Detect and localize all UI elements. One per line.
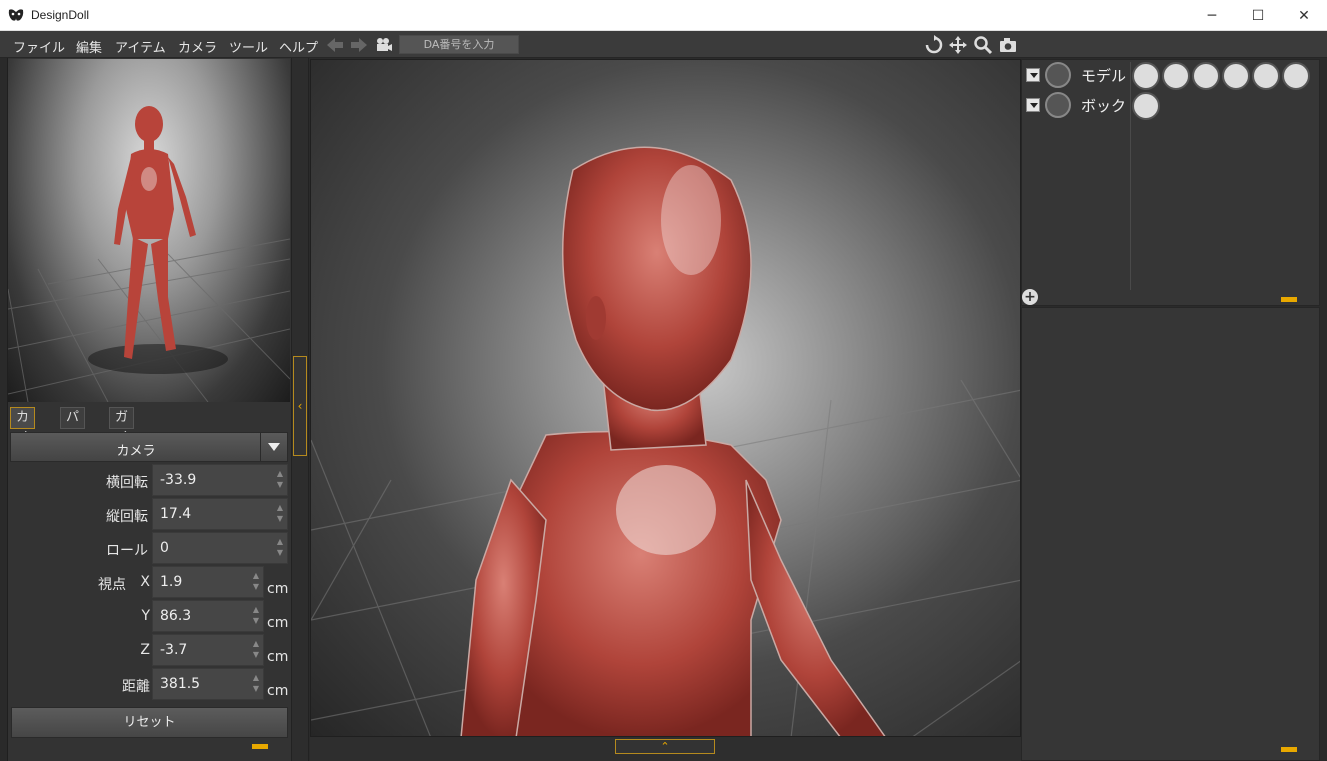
menu-camera[interactable]: カメラ xyxy=(178,37,217,56)
z-unit: cm xyxy=(267,649,289,665)
tree-scroll-indicator[interactable] xyxy=(1281,297,1297,302)
spin-arrows-icon[interactable]: ▲ ▼ xyxy=(252,570,260,594)
camera-record-icon[interactable] xyxy=(374,35,394,55)
zoom-part-icon[interactable] xyxy=(1192,62,1220,90)
window-title: DesignDoll xyxy=(31,8,90,22)
right-scrollbar[interactable] xyxy=(1320,59,1327,761)
left-edge-strip xyxy=(0,58,8,761)
distance-label: 距離 xyxy=(122,679,150,695)
viewport-scene xyxy=(311,146,1020,736)
y-unit: cm xyxy=(267,615,289,631)
designdoll-logo-icon xyxy=(8,9,24,21)
chevron-down-icon[interactable] xyxy=(260,433,287,461)
dropdown-toggle-icon[interactable] xyxy=(1026,98,1040,112)
pitch-label: 縦回転 xyxy=(106,509,148,525)
tree-item-label: モデル xyxy=(1081,67,1127,85)
minimize-button[interactable]: ─ xyxy=(1189,0,1235,31)
reset-button[interactable]: リセット xyxy=(11,707,288,738)
z-field[interactable]: -3.7 ▲ ▼ xyxy=(152,634,264,666)
yaw-field[interactable]: -33.9 ▲ ▼ xyxy=(152,464,288,496)
props-scroll-indicator[interactable] xyxy=(1281,747,1297,752)
x-value: 1.9 xyxy=(160,574,183,590)
roll-field[interactable]: 0 ▲ ▼ xyxy=(152,532,288,564)
left-scroll-indicator[interactable] xyxy=(252,744,268,749)
pose-icon[interactable] xyxy=(1162,62,1190,90)
tab-camera[interactable]: カメラ xyxy=(10,407,36,465)
tree-item-box[interactable]: ボック xyxy=(1026,92,1126,118)
roll-value: 0 xyxy=(160,540,169,556)
tab-guide[interactable]: ガイド xyxy=(109,407,135,465)
x-label: X xyxy=(140,574,150,590)
distance-unit: cm xyxy=(267,683,289,699)
distance-value: 381.5 xyxy=(160,676,201,692)
y-label: Y xyxy=(141,608,150,624)
spin-arrows-icon[interactable]: ▲ ▼ xyxy=(276,536,284,560)
tree-item-label: ボック xyxy=(1081,97,1127,115)
dropdown-toggle-icon[interactable] xyxy=(1026,68,1040,82)
yaw-label: 横回転 xyxy=(106,475,148,491)
x-unit: cm xyxy=(267,581,289,597)
reset-pose-icon[interactable] xyxy=(1045,62,1071,88)
roll-label: ロール xyxy=(106,543,148,559)
menu-edit[interactable]: 編集 xyxy=(76,37,102,56)
body-icon[interactable] xyxy=(1132,62,1160,90)
properties-panel xyxy=(1021,307,1320,761)
camera-select[interactable]: カメラ xyxy=(10,432,288,462)
camera-preview[interactable] xyxy=(8,59,290,402)
tree-item-model[interactable]: モデル xyxy=(1026,62,1126,88)
close-button[interactable]: ✕ xyxy=(1281,0,1327,31)
cube-icon[interactable] xyxy=(1132,92,1160,120)
title-bar: DesignDoll ─ ☐ ✕ xyxy=(0,0,1327,31)
reset-pose-icon[interactable] xyxy=(1045,92,1071,118)
pan-view-icon[interactable] xyxy=(948,35,968,55)
camera-select-value: カメラ xyxy=(116,444,156,459)
hand-icon[interactable] xyxy=(1252,62,1280,90)
da-number-input[interactable]: DA番号を入力 xyxy=(399,35,519,54)
zoom-view-icon[interactable] xyxy=(973,35,993,55)
spin-arrows-icon[interactable]: ▲ ▼ xyxy=(276,502,284,526)
maximize-button[interactable]: ☐ xyxy=(1235,0,1281,31)
rotate-view-icon[interactable] xyxy=(924,35,944,55)
y-field[interactable]: 86.3 ▲ ▼ xyxy=(152,600,264,632)
distance-field[interactable]: 381.5 ▲ ▼ xyxy=(152,668,264,700)
viewpoint-label: 視点 xyxy=(98,577,126,593)
spin-arrows-icon[interactable]: ▲ ▼ xyxy=(252,638,260,662)
z-value: -3.7 xyxy=(160,642,188,658)
preview-scene xyxy=(8,106,290,402)
z-label: Z xyxy=(140,642,150,658)
menu-tools[interactable]: ツール xyxy=(229,37,268,56)
pitch-field[interactable]: 17.4 ▲ ▼ xyxy=(152,498,288,530)
collapse-left-icon[interactable]: ‹ xyxy=(293,356,307,456)
spin-arrows-icon[interactable]: ▲ ▼ xyxy=(252,604,260,628)
expand-bottom-icon[interactable]: ⌃ xyxy=(615,739,715,754)
menu-item[interactable]: アイテム xyxy=(115,37,166,56)
x-field[interactable]: 1.9 ▲ ▼ xyxy=(152,566,264,598)
pitch-value: 17.4 xyxy=(160,506,192,522)
3d-viewport[interactable] xyxy=(310,59,1021,737)
tree-divider xyxy=(1130,62,1131,290)
y-value: 86.3 xyxy=(160,608,192,624)
screenshot-icon[interactable] xyxy=(998,35,1018,55)
undo-arrow-icon[interactable] xyxy=(325,35,345,55)
spin-arrows-icon[interactable]: ▲ ▼ xyxy=(252,672,260,696)
menu-file[interactable]: ファイル xyxy=(13,37,65,56)
menu-bar: ファイル 編集 アイテム カメラ ツール ヘルプ xyxy=(0,31,1327,58)
spin-arrows-icon[interactable]: ▲ ▼ xyxy=(276,468,284,492)
foot-icon[interactable] xyxy=(1282,62,1310,90)
yaw-value: -33.9 xyxy=(160,472,197,488)
tab-perspective[interactable]: パース xyxy=(60,407,86,465)
redo-arrow-icon[interactable] xyxy=(349,35,369,55)
menu-help[interactable]: ヘルプ xyxy=(279,37,318,56)
add-item-icon[interactable]: + xyxy=(1022,289,1038,305)
select-part-icon[interactable] xyxy=(1222,62,1250,90)
